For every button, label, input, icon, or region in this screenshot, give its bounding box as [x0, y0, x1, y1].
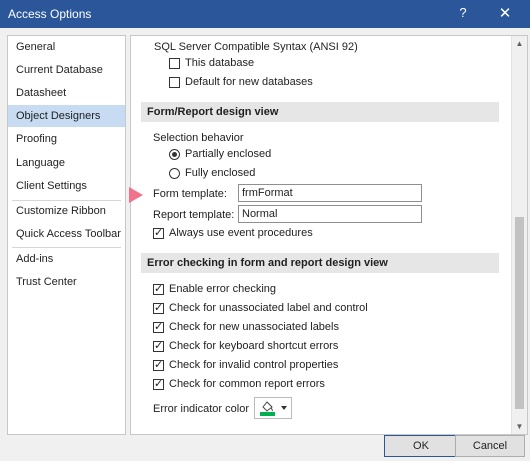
- vertical-scrollbar[interactable]: ▲ ▼: [511, 36, 527, 434]
- error-checking-header: Error checking in form and report design…: [141, 253, 499, 273]
- report-template-field[interactable]: Normal: [238, 205, 422, 223]
- sidebar-item-trust-center[interactable]: Trust Center: [8, 271, 125, 293]
- scroll-down-icon[interactable]: ▼: [512, 419, 527, 434]
- scroll-up-icon[interactable]: ▲: [512, 36, 527, 51]
- this-database-label: This database: [185, 57, 255, 69]
- sidebar-item-add-ins[interactable]: Add-ins: [8, 248, 125, 270]
- sidebar-item-general[interactable]: General: [8, 36, 125, 58]
- color-swatch: [260, 412, 275, 416]
- form-report-design-header: Form/Report design view: [141, 102, 499, 122]
- check-invalid-props-checkbox[interactable]: [153, 358, 164, 372]
- chevron-down-icon: [281, 406, 287, 410]
- check-common-report-checkbox[interactable]: [153, 377, 164, 391]
- sidebar-item-object-designers[interactable]: Object Designers: [8, 105, 125, 127]
- always-use-event-checkbox[interactable]: [153, 226, 164, 240]
- default-new-databases-checkbox[interactable]: [169, 77, 180, 88]
- form-template-label: Form template:: [153, 188, 227, 200]
- scrollbar-thumb[interactable]: [515, 217, 524, 409]
- title-bar: Access Options ? ✕: [0, 0, 530, 28]
- highlight-arrow-icon: [129, 187, 143, 203]
- this-database-checkbox[interactable]: [169, 58, 180, 69]
- sidebar-item-current-database[interactable]: Current Database: [8, 59, 125, 81]
- options-content-pane: SQL Server Compatible Syntax (ANSI 92) T…: [130, 35, 528, 435]
- sidebar-item-customize-ribbon[interactable]: Customize Ribbon: [8, 200, 125, 222]
- ok-button[interactable]: OK: [384, 435, 458, 457]
- close-button[interactable]: ✕: [494, 4, 516, 24]
- sidebar-item-language[interactable]: Language: [8, 152, 125, 174]
- options-sidebar: General Current Database Datasheet Objec…: [7, 35, 126, 435]
- partially-enclosed-radio[interactable]: [169, 149, 180, 160]
- selection-behavior-label: Selection behavior: [153, 132, 244, 144]
- check-new-unassociated-label: Check for new unassociated labels: [169, 321, 339, 333]
- enable-error-checking-label: Enable error checking: [169, 283, 277, 295]
- sidebar-item-client-settings[interactable]: Client Settings: [8, 175, 125, 197]
- enable-error-checking-checkbox[interactable]: [153, 282, 164, 296]
- check-keyboard-shortcut-checkbox[interactable]: [153, 339, 164, 353]
- check-common-report-label: Check for common report errors: [169, 378, 325, 390]
- error-indicator-color-picker[interactable]: [254, 397, 292, 419]
- check-unassociated-label: Check for unassociated label and control: [169, 302, 368, 314]
- sql-syntax-label: SQL Server Compatible Syntax (ANSI 92): [154, 41, 358, 53]
- check-new-unassociated-checkbox[interactable]: [153, 320, 164, 334]
- help-button[interactable]: ?: [453, 5, 473, 23]
- paint-bucket-icon: [260, 401, 287, 416]
- fully-enclosed-radio[interactable]: [169, 168, 180, 179]
- sidebar-item-datasheet[interactable]: Datasheet: [8, 82, 125, 104]
- always-use-event-label: Always use event procedures: [169, 227, 313, 239]
- partially-enclosed-label: Partially enclosed: [185, 148, 272, 160]
- sidebar-item-proofing[interactable]: Proofing: [8, 128, 125, 150]
- check-unassociated-checkbox[interactable]: [153, 301, 164, 315]
- fully-enclosed-label: Fully enclosed: [185, 167, 256, 179]
- error-indicator-color-label: Error indicator color: [153, 403, 249, 415]
- sidebar-item-quick-access-toolbar[interactable]: Quick Access Toolbar: [8, 223, 125, 245]
- check-keyboard-shortcut-label: Check for keyboard shortcut errors: [169, 340, 339, 352]
- default-new-databases-label: Default for new databases: [185, 76, 313, 88]
- report-template-label: Report template:: [153, 209, 235, 221]
- window-title: Access Options: [8, 7, 92, 21]
- check-invalid-props-label: Check for invalid control properties: [169, 359, 339, 371]
- form-template-field[interactable]: frmFormat: [238, 184, 422, 202]
- cancel-button[interactable]: Cancel: [455, 435, 525, 457]
